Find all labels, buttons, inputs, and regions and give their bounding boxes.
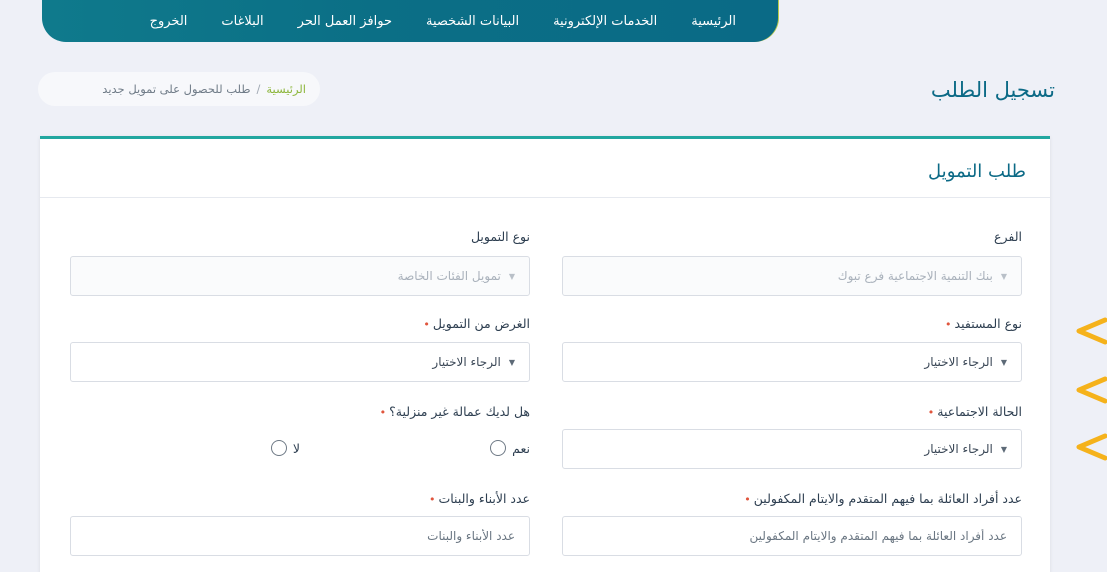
breadcrumb-separator: / bbox=[256, 82, 261, 96]
required-mark: • bbox=[379, 406, 387, 419]
social-status-label: الحالة الاجتماعية• bbox=[928, 404, 1022, 419]
children-count-input[interactable] bbox=[71, 529, 515, 543]
social-status-value: الرجاء الاختيار bbox=[924, 442, 993, 456]
beneficiary-type-value: الرجاء الاختيار bbox=[924, 355, 993, 369]
nav-item-personal-data[interactable]: البيانات الشخصية bbox=[426, 14, 519, 29]
social-status-label-text: الحالة الاجتماعية bbox=[937, 404, 1022, 419]
nav-item-freelance-incentives[interactable]: حوافز العمل الحر bbox=[298, 14, 392, 29]
radio-yes-label: نعم bbox=[512, 440, 530, 456]
family-members-label: عدد أفراد العائلة بما فيهم المتقدم والاي… bbox=[744, 491, 1022, 506]
children-count-label: عدد الأبناء والبنات• bbox=[429, 491, 530, 506]
radio-circle-icon[interactable] bbox=[490, 440, 507, 456]
branch-value: بنك التنمية الاجتماعية فرع تبوك bbox=[837, 269, 993, 283]
card-title: طلب التمويل bbox=[928, 161, 1026, 182]
breadcrumb-home[interactable]: الرئيسية bbox=[266, 82, 306, 96]
radio-no-label: لا bbox=[292, 440, 300, 456]
beneficiary-type-label: نوع المستفيد• bbox=[945, 316, 1022, 331]
nav-item-reports[interactable]: البلاغات bbox=[221, 14, 263, 29]
children-count-label-text: عدد الأبناء والبنات bbox=[438, 491, 530, 506]
required-mark: • bbox=[423, 318, 430, 331]
family-members-label-text: عدد أفراد العائلة بما فيهم المتقدم والاي… bbox=[753, 491, 1022, 506]
divider bbox=[40, 197, 1050, 198]
required-mark: • bbox=[927, 406, 935, 419]
funding-purpose-label-text: الغرض من التمويل bbox=[432, 316, 530, 331]
family-members-input-wrap bbox=[562, 516, 1022, 556]
branch-label: الفرع bbox=[994, 229, 1022, 244]
required-mark: • bbox=[945, 318, 952, 331]
funding-purpose-value: الرجاء الاختيار bbox=[432, 355, 501, 369]
required-mark: • bbox=[428, 493, 436, 506]
chevron-down-icon: ▼ bbox=[1000, 357, 1007, 367]
funding-type-label: نوع التمويل bbox=[470, 229, 530, 244]
nav-item-e-services[interactable]: الخدمات الإلكترونية bbox=[553, 14, 657, 29]
chevron-down-icon: ▼ bbox=[508, 271, 515, 281]
radio-circle-icon[interactable] bbox=[270, 440, 287, 456]
breadcrumb-current: طلب للحصول على تمويل جديد bbox=[102, 82, 251, 96]
arrow-icon bbox=[1076, 433, 1107, 461]
funding-purpose-select[interactable]: ▼ الرجاء الاختيار bbox=[70, 342, 530, 382]
beneficiary-type-select[interactable]: ▼ الرجاء الاختيار bbox=[562, 342, 1022, 382]
children-count-input-wrap bbox=[70, 516, 530, 556]
required-mark: • bbox=[744, 493, 751, 506]
arrow-icon bbox=[1076, 376, 1107, 404]
breadcrumb: الرئيسية / طلب للحصول على تمويل جديد bbox=[38, 72, 320, 106]
social-status-select[interactable]: ▼ الرجاء الاختيار bbox=[562, 429, 1022, 469]
funding-type-select[interactable]: ▼ تمويل الفئات الخاصة bbox=[70, 256, 530, 296]
branch-select[interactable]: ▼ بنك التنمية الاجتماعية فرع تبوك bbox=[562, 256, 1022, 296]
arrow-icon bbox=[1076, 317, 1107, 345]
domestic-workers-label-text: هل لديك عمالة غير منزلية؟ bbox=[389, 404, 530, 419]
chevron-down-icon: ▼ bbox=[1000, 271, 1007, 281]
nav-item-home[interactable]: الرئيسية bbox=[691, 14, 736, 29]
funding-request-card: طلب التمويل الفرع ▼ بنك التنمية الاجتماع… bbox=[40, 136, 1050, 572]
family-members-input[interactable] bbox=[563, 529, 1007, 543]
top-navigation: الرئيسية الخدمات الإلكترونية البيانات ال… bbox=[42, 0, 778, 42]
domestic-workers-label: هل لديك عمالة غير منزلية؟• bbox=[380, 404, 530, 419]
radio-yes[interactable]: نعم bbox=[490, 440, 530, 456]
chevron-down-icon: ▼ bbox=[1000, 444, 1007, 454]
funding-purpose-label: الغرض من التمويل• bbox=[423, 316, 530, 331]
nav-item-logout[interactable]: الخروج bbox=[150, 14, 188, 29]
radio-no[interactable]: لا bbox=[270, 440, 300, 456]
beneficiary-type-label-text: نوع المستفيد bbox=[954, 316, 1022, 331]
page-title: تسجيل الطلب bbox=[930, 78, 1055, 102]
funding-type-value: تمويل الفئات الخاصة bbox=[397, 269, 501, 283]
chevron-down-icon: ▼ bbox=[508, 357, 515, 367]
